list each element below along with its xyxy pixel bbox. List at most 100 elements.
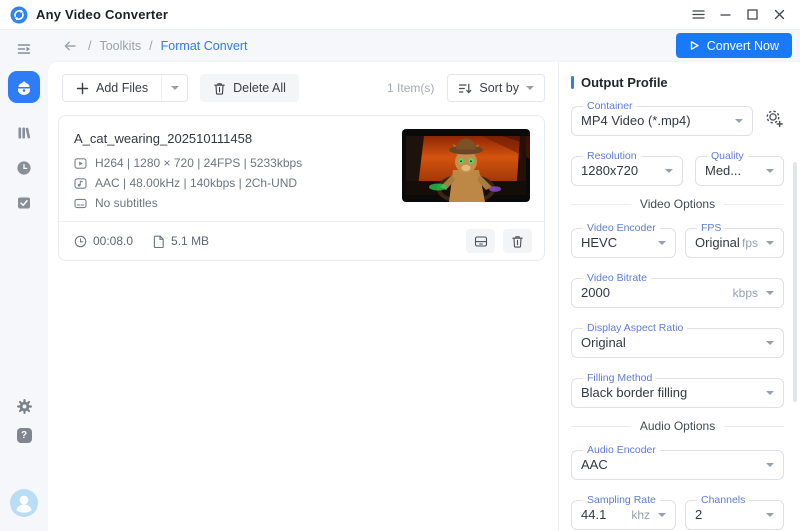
titlebar: Any Video Converter (0, 0, 800, 30)
video-bitrate-field[interactable]: Video Bitrate 2000kbps (571, 272, 784, 308)
close-icon[interactable] (770, 6, 788, 24)
display-aspect-ratio-value: Original (581, 335, 766, 350)
sampling-rate-dropdown[interactable]: Sampling Rate 44.1khz (571, 494, 676, 530)
resolution-value: 1280x720 (581, 163, 665, 178)
filling-method-label: Filling Method (583, 372, 656, 384)
quality-value: Med... (705, 163, 766, 178)
item-count: 1 Item(s) (387, 81, 434, 95)
display-aspect-ratio-dropdown[interactable]: Display Aspect Ratio Original (571, 322, 784, 358)
video-encoder-value: HEVC (581, 235, 658, 250)
user-avatar[interactable] (10, 489, 38, 517)
sampling-rate-unit: khz (631, 508, 650, 522)
sidebar-item-history-icon[interactable] (16, 160, 32, 176)
sort-by-label: Sort by (479, 81, 519, 95)
minimize-icon[interactable] (716, 6, 734, 24)
channels-label: Channels (697, 494, 749, 506)
sort-by-button[interactable]: Sort by (447, 74, 545, 102)
video-thumbnail[interactable] (402, 129, 530, 202)
menu-icon[interactable] (689, 6, 707, 24)
clock-icon (74, 235, 87, 248)
add-files-dropdown[interactable] (162, 75, 187, 101)
file-title: A_cat_wearing_202510111458 (74, 131, 390, 146)
add-files-button: Add Files (62, 74, 188, 102)
file-toolbar: Add Files Delete All 1 Item(s) Sort by (62, 74, 545, 102)
back-arrow-icon[interactable] (62, 38, 78, 54)
output-profile-title: Output Profile (581, 75, 668, 90)
accent-bar (571, 76, 574, 89)
subtitle-icon (74, 197, 87, 210)
app-title: Any Video Converter (36, 7, 168, 22)
video-options-divider: Video Options (571, 197, 784, 211)
audio-stream-icon (74, 177, 87, 190)
breadcrumb-format-convert[interactable]: Format Convert (161, 39, 248, 53)
container-label: Container (583, 100, 637, 112)
sidebar-item-converter[interactable] (8, 71, 40, 103)
breadcrumb-separator: / (149, 39, 152, 53)
file-card-bottom: 00:08.0 5.1 MB (59, 221, 544, 260)
settings-gear-icon[interactable] (16, 398, 33, 415)
audio-encoder-value: AAC (581, 457, 766, 472)
sidebar-item-library-icon[interactable] (16, 125, 32, 141)
video-bitrate-label: Video Bitrate (583, 272, 651, 284)
breadcrumb-toolkits[interactable]: Toolkits (99, 39, 141, 53)
play-icon (689, 40, 700, 51)
delete-file-button[interactable] (503, 229, 532, 253)
filesize-text: 5.1 MB (171, 234, 209, 248)
delete-all-label: Delete All (233, 81, 286, 95)
fps-dropdown[interactable]: FPS Originalfps (685, 222, 784, 258)
convert-now-label: Convert Now (707, 39, 779, 53)
main-card: Add Files Delete All 1 Item(s) Sort by (48, 62, 800, 531)
folder-icon (474, 235, 488, 248)
audio-info-row: AAC | 48.00kHz | 140kbps | 2Ch-UND (74, 176, 390, 190)
open-folder-button[interactable] (466, 229, 495, 253)
sampling-rate-value: 44.1 (581, 507, 631, 522)
add-files-main[interactable]: Add Files (63, 75, 162, 101)
fps-value: Original (695, 235, 742, 250)
audio-info-text: AAC | 48.00kHz | 140kbps | 2Ch-UND (95, 176, 297, 190)
video-encoder-label: Video Encoder (583, 222, 660, 234)
resolution-dropdown[interactable]: Resolution 1280x720 (571, 150, 683, 186)
audio-encoder-dropdown[interactable]: Audio Encoder AAC (571, 444, 784, 480)
add-files-label: Add Files (96, 81, 148, 95)
help-icon[interactable]: ? (17, 428, 32, 443)
subtitle-info-row: No subtitles (74, 196, 390, 210)
video-options-title: Video Options (640, 197, 715, 211)
filesize-stat: 5.1 MB (153, 234, 209, 248)
app-logo-icon (10, 6, 28, 24)
duration-text: 00:08.0 (93, 234, 133, 248)
help-glyph: ? (21, 430, 27, 441)
file-icon (153, 235, 165, 248)
scrollbar-thumb[interactable] (793, 162, 797, 402)
convert-now-button[interactable]: Convert Now (676, 33, 792, 58)
audio-options-divider: Audio Options (571, 419, 784, 433)
quality-dropdown[interactable]: Quality Med... (695, 150, 784, 186)
audio-options-title: Audio Options (640, 419, 715, 433)
channels-dropdown[interactable]: Channels 2 (685, 494, 784, 530)
maximize-icon[interactable] (743, 6, 761, 24)
output-profile-panel: Output Profile Container MP4 Video (*.mp… (558, 62, 800, 531)
file-info: A_cat_wearing_202510111458 H264 | 1280 ×… (74, 129, 390, 210)
filling-method-dropdown[interactable]: Filling Method Black border filling (571, 372, 784, 408)
filling-method-value: Black border filling (581, 385, 766, 400)
breadcrumb: / Toolkits / Format Convert (62, 30, 248, 62)
sort-icon (458, 82, 472, 95)
video-stream-icon (74, 157, 87, 170)
container-value: MP4 Video (*.mp4) (581, 113, 735, 128)
profile-settings-icon[interactable] (765, 109, 784, 128)
delete-all-button[interactable]: Delete All (200, 74, 299, 102)
resolution-label: Resolution (583, 150, 641, 162)
audio-encoder-label: Audio Encoder (583, 444, 660, 456)
file-card: A_cat_wearing_202510111458 H264 | 1280 ×… (58, 115, 545, 261)
file-card-top: A_cat_wearing_202510111458 H264 | 1280 ×… (59, 116, 544, 221)
sidebar-collapse-icon[interactable] (16, 41, 32, 57)
video-info-text: H264 | 1280 × 720 | 24FPS | 5233kbps (95, 156, 302, 170)
trash-icon (511, 235, 524, 248)
trash-icon (213, 82, 226, 95)
app-window: Any Video Converter (0, 0, 800, 531)
video-bitrate-value: 2000 (581, 285, 733, 300)
sidebar-item-tasks-icon[interactable] (16, 195, 32, 211)
video-encoder-dropdown[interactable]: Video Encoder HEVC (571, 222, 676, 258)
container-dropdown[interactable]: Container MP4 Video (*.mp4) (571, 100, 753, 136)
channels-value: 2 (695, 507, 766, 522)
plus-icon (76, 82, 89, 95)
